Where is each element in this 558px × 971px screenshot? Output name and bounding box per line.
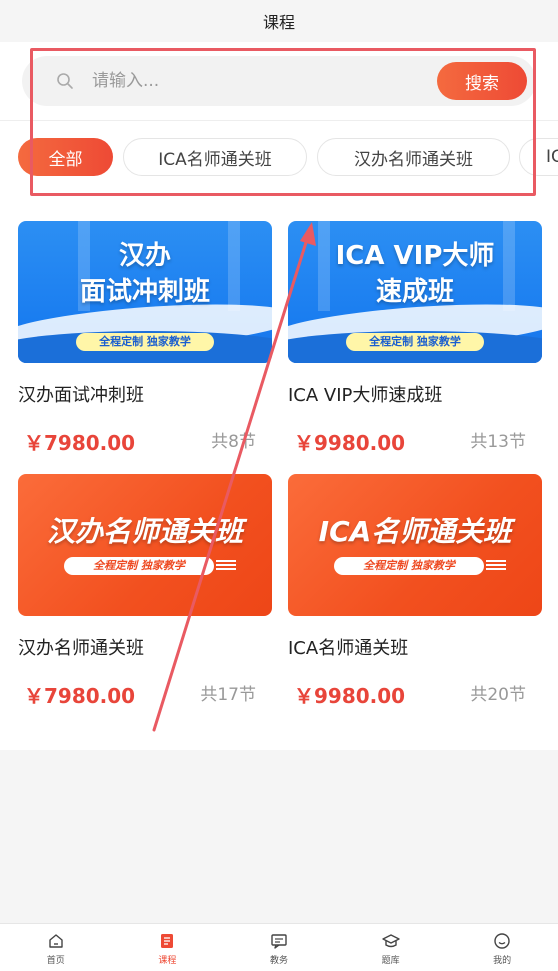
banner-speed-lines xyxy=(486,560,506,572)
course-name: 汉办面试冲刺班 xyxy=(18,385,144,406)
course-list: 汉办 面试冲刺班 全程定制 独家教学 汉办面试冲刺班 ￥7980.00 共8节 … xyxy=(0,198,558,750)
graduation-cap-icon xyxy=(381,934,400,948)
search-input[interactable] xyxy=(92,65,422,97)
banner-title-line1: ICA VIP大师 xyxy=(335,241,495,271)
banner-tagline: 全程定制 独家教学 xyxy=(334,557,484,575)
course-card[interactable]: ICA VIP大师 速成班 全程定制 独家教学 ICA VIP大师速成班 ￥99… xyxy=(288,221,542,455)
course-lesson-count: 共20节 xyxy=(470,685,526,705)
divider xyxy=(0,120,558,121)
banner-title-line2: 速成班 xyxy=(375,277,454,307)
course-banner: ICA VIP大师 速成班 全程定制 独家教学 xyxy=(288,221,542,363)
nav-item-profile[interactable]: 我的 xyxy=(446,924,558,971)
course-name: 汉办名师通关班 xyxy=(18,638,144,659)
top-bar: 课程 xyxy=(0,0,558,42)
course-card[interactable]: 汉办 面试冲刺班 全程定制 独家教学 汉办面试冲刺班 ￥7980.00 共8节 xyxy=(18,221,272,455)
nav-label: 首页 xyxy=(46,956,65,966)
tab-more[interactable]: IC xyxy=(519,138,558,176)
course-price: ￥7980.00 xyxy=(24,431,136,455)
course-price: ￥9980.00 xyxy=(294,431,406,455)
category-tabs: 全部 ICA名师通关班 汉办名师通关班 IC xyxy=(0,138,558,178)
search-button[interactable]: 搜索 xyxy=(437,62,527,100)
course-name: ICA名师通关班 xyxy=(288,638,409,659)
page-title: 课程 xyxy=(262,13,295,32)
course-lesson-count: 共13节 xyxy=(470,432,526,452)
search-bar: 搜索 xyxy=(22,56,536,106)
nav-label: 教务 xyxy=(269,956,288,966)
course-banner: 汉办名师通关班 全程定制 独家教学 xyxy=(18,474,272,616)
banner-tagline: 全程定制 独家教学 xyxy=(76,333,214,351)
course-price: ￥7980.00 xyxy=(24,684,136,708)
nav-label: 我的 xyxy=(493,956,512,966)
course-price: ￥9980.00 xyxy=(294,684,406,708)
course-card[interactable]: ICA名师通关班 全程定制 独家教学 ICA名师通关班 ￥9980.00 共20… xyxy=(288,474,542,708)
course-card[interactable]: 汉办名师通关班 全程定制 独家教学 汉办名师通关班 ￥7980.00 共17节 xyxy=(18,474,272,708)
smiley-profile-icon xyxy=(494,933,510,949)
course-name: ICA VIP大师速成班 xyxy=(288,385,443,406)
chat-board-icon xyxy=(271,934,287,949)
search-icon xyxy=(57,73,73,89)
course-lesson-count: 共8节 xyxy=(211,432,256,452)
banner-title-line1: 汉办 xyxy=(118,241,171,271)
banner-title: ICA名师通关班 xyxy=(318,515,512,548)
nav-label: 题库 xyxy=(381,956,400,966)
banner-tagline: 全程定制 独家教学 xyxy=(64,557,214,575)
nav-item-course[interactable]: 课程 xyxy=(112,924,224,971)
search-filter-area: 搜索 全部 ICA名师通关班 汉办名师通关班 IC xyxy=(0,42,558,198)
banner-title-line2: 面试冲刺班 xyxy=(79,277,210,307)
course-banner: 汉办 面试冲刺班 全程定制 独家教学 xyxy=(18,221,272,363)
tab-ica-master[interactable]: ICA名师通关班 xyxy=(123,138,307,176)
home-icon xyxy=(49,934,63,948)
tab-all[interactable]: 全部 xyxy=(18,138,113,176)
bottom-nav: 首页 课程 教务 题库 我的 xyxy=(0,923,558,971)
tab-hanban-master[interactable]: 汉办名师通关班 xyxy=(317,138,510,176)
banner-title: 汉办名师通关班 xyxy=(46,515,243,548)
course-banner: ICA名师通关班 全程定制 独家教学 xyxy=(288,474,542,616)
nav-item-home[interactable]: 首页 xyxy=(0,924,112,971)
nav-item-academic[interactable]: 教务 xyxy=(223,924,335,971)
banner-tagline: 全程定制 独家教学 xyxy=(346,333,484,351)
nav-item-question-bank[interactable]: 题库 xyxy=(335,924,447,971)
banner-speed-lines xyxy=(216,560,236,572)
course-lesson-count: 共17节 xyxy=(200,685,256,705)
nav-label: 课程 xyxy=(158,956,177,966)
course-book-icon xyxy=(161,934,174,948)
